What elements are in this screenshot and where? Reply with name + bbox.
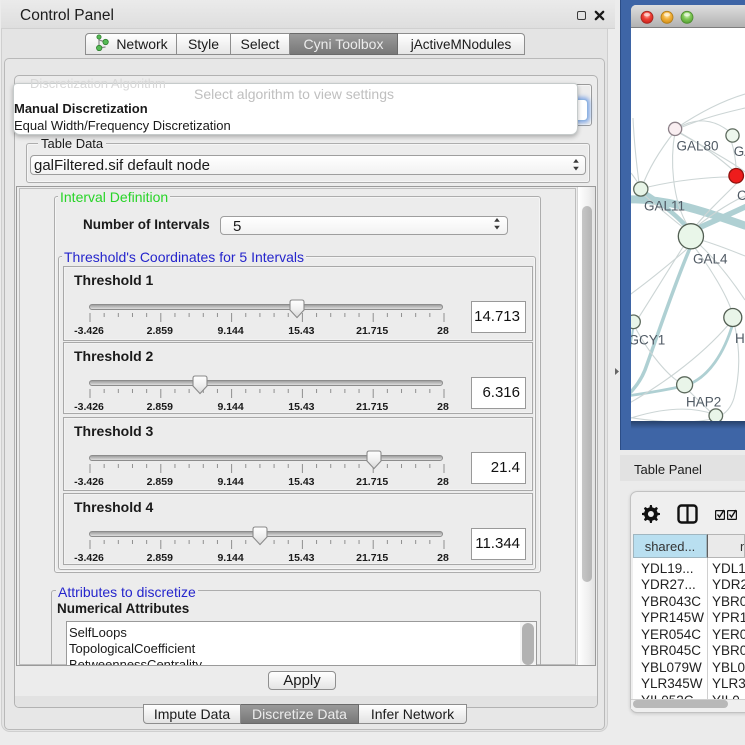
svg-text:GA: GA: [734, 144, 745, 159]
svg-text:GCY1: GCY1: [631, 333, 665, 348]
svg-text:GAL80: GAL80: [677, 139, 719, 154]
svg-text:C: C: [737, 188, 745, 203]
svg-text:GAL4: GAL4: [693, 252, 728, 267]
svg-text:H: H: [735, 331, 745, 346]
svg-text:HAP2: HAP2: [686, 395, 721, 410]
svg-text:GAL11: GAL11: [644, 199, 685, 214]
